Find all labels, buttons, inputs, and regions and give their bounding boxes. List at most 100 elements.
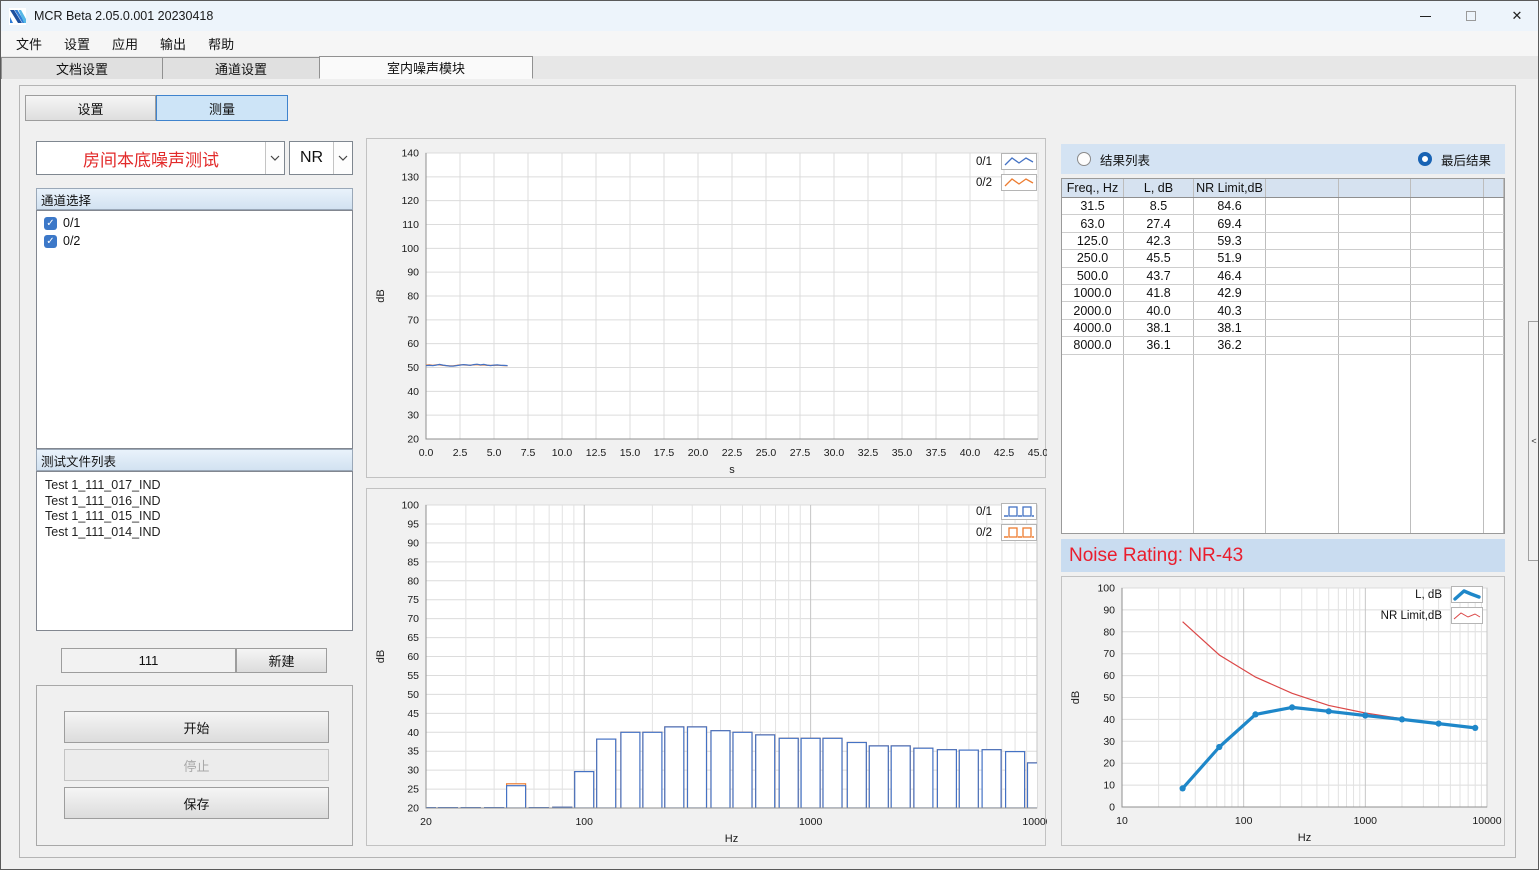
- svg-text:100: 100: [401, 500, 419, 512]
- table-cell: 40.3: [1194, 302, 1266, 318]
- table-cell: 46.4: [1194, 268, 1266, 284]
- title-bar: MCR Beta 2.05.0.001 20230418 ✕: [1, 1, 1539, 31]
- table-cell: 2000.0: [1062, 302, 1124, 318]
- table-cell: [1339, 268, 1411, 284]
- svg-text:80: 80: [407, 575, 419, 587]
- result-table[interactable]: Freq., HzL, dBNR Limit,dB31.58.584.663.0…: [1061, 178, 1505, 534]
- svg-text:40.0: 40.0: [960, 447, 981, 459]
- file-list-item[interactable]: Test 1_111_015_IND: [37, 509, 352, 525]
- new-button[interactable]: 新建: [236, 648, 327, 673]
- svg-text:20: 20: [407, 803, 419, 815]
- table-row[interactable]: 250.045.551.9: [1062, 250, 1504, 267]
- table-cell: [1484, 215, 1504, 231]
- maximize-button[interactable]: [1448, 1, 1494, 31]
- table-row[interactable]: 1000.041.842.9: [1062, 285, 1504, 302]
- test-type-value: 房间本底噪声测试: [83, 146, 219, 171]
- table-row[interactable]: 63.027.469.4: [1062, 215, 1504, 232]
- svg-text:35.0: 35.0: [892, 447, 913, 459]
- nr-standard-select[interactable]: NR: [289, 141, 353, 175]
- table-cell: 69.4: [1194, 215, 1266, 231]
- start-button[interactable]: 开始: [64, 711, 329, 743]
- svg-text:20: 20: [420, 816, 432, 828]
- svg-text:40: 40: [407, 727, 419, 739]
- result-list-radio[interactable]: 结果列表: [1077, 150, 1150, 169]
- subtab-0[interactable]: 设置: [25, 95, 156, 121]
- svg-text:50: 50: [407, 362, 419, 374]
- channel-list[interactable]: ✓0/1✓0/2: [36, 210, 353, 449]
- svg-text:75: 75: [407, 594, 419, 606]
- table-cell: [1484, 320, 1504, 336]
- table-cell: 8.5: [1124, 198, 1194, 214]
- minimize-button[interactable]: [1402, 1, 1448, 31]
- table-cell: [1411, 215, 1484, 231]
- test-type-select[interactable]: 房间本底噪声测试: [36, 141, 285, 175]
- menu-item-3[interactable]: 输出: [149, 32, 197, 55]
- svg-text:45: 45: [407, 708, 419, 720]
- collapse-arrow-icon: <: [1531, 436, 1536, 446]
- legend-row-0: L, dB: [1361, 584, 1483, 605]
- menu-item-2[interactable]: 应用: [101, 32, 149, 55]
- svg-text:25: 25: [407, 784, 419, 796]
- svg-text:15.0: 15.0: [620, 447, 641, 459]
- tab-2[interactable]: 室内噪声模块: [319, 56, 533, 79]
- menu-item-4[interactable]: 帮助: [197, 32, 245, 55]
- table-cell: 41.8: [1124, 285, 1194, 301]
- svg-text:2.5: 2.5: [453, 447, 468, 459]
- table-cell: [1411, 355, 1484, 533]
- stop-button[interactable]: 停止: [64, 749, 329, 781]
- svg-text:10000: 10000: [1472, 815, 1501, 827]
- noise-rating-strip: Noise Rating: NR-43: [1061, 539, 1505, 572]
- spectrum-chart-legend: 0/10/2: [929, 501, 1037, 543]
- table-row[interactable]: 8000.036.136.2: [1062, 337, 1504, 354]
- tab-0[interactable]: 文档设置: [1, 57, 163, 79]
- table-row[interactable]: 125.042.359.3: [1062, 233, 1504, 250]
- menu-item-0[interactable]: 文件: [5, 32, 53, 55]
- table-row[interactable]: 2000.040.040.3: [1062, 302, 1504, 319]
- chevron-down-icon[interactable]: [333, 142, 352, 174]
- table-header-cell: NR Limit,dB: [1194, 179, 1266, 197]
- panel-collapse-button[interactable]: <: [1528, 321, 1539, 561]
- legend-label: 0/1: [976, 506, 992, 518]
- legend-row-1: 0/2: [929, 522, 1037, 543]
- svg-text:s: s: [729, 464, 735, 476]
- channel-row-0[interactable]: ✓0/1: [37, 214, 352, 232]
- file-list-item[interactable]: Test 1_111_014_IND: [37, 525, 352, 541]
- svg-text:25.0: 25.0: [756, 447, 777, 459]
- table-cell: [1266, 320, 1339, 336]
- table-cell: 51.9: [1194, 250, 1266, 266]
- table-cell: 45.5: [1124, 250, 1194, 266]
- file-list-item[interactable]: Test 1_111_016_IND: [37, 494, 352, 510]
- table-row[interactable]: 31.58.584.6: [1062, 198, 1504, 215]
- table-cell: [1484, 302, 1504, 318]
- radio-off-icon: [1077, 152, 1091, 166]
- file-list-item[interactable]: Test 1_111_017_IND: [37, 478, 352, 494]
- checkbox-checked-icon[interactable]: ✓: [44, 235, 57, 248]
- chevron-down-icon[interactable]: [265, 142, 284, 174]
- checkbox-checked-icon[interactable]: ✓: [44, 217, 57, 230]
- table-cell: 42.9: [1194, 285, 1266, 301]
- table-cell: [1266, 355, 1339, 533]
- svg-text:90: 90: [407, 267, 419, 279]
- legend-row-0: 0/1: [929, 151, 1037, 172]
- table-cell: [1411, 250, 1484, 266]
- menu-item-1[interactable]: 设置: [53, 32, 101, 55]
- app-logo-icon: [9, 8, 26, 25]
- channel-row-1[interactable]: ✓0/2: [37, 232, 352, 250]
- table-cell: [1339, 320, 1411, 336]
- table-cell: 4000.0: [1062, 320, 1124, 336]
- subtab-1[interactable]: 测量: [156, 95, 288, 121]
- table-cell: 8000.0: [1062, 337, 1124, 353]
- tab-strip: 文档设置通道设置室内噪声模块: [1, 56, 1539, 79]
- close-button[interactable]: ✕: [1494, 1, 1539, 31]
- save-button[interactable]: 保存: [64, 787, 329, 819]
- file-name-input[interactable]: 111: [61, 648, 236, 673]
- table-row[interactable]: 500.043.746.4: [1062, 268, 1504, 285]
- table-row[interactable]: 4000.038.138.1: [1062, 320, 1504, 337]
- last-result-radio[interactable]: 最后结果: [1418, 150, 1491, 169]
- last-result-radio-label: 最后结果: [1441, 150, 1491, 169]
- tab-1[interactable]: 通道设置: [162, 57, 320, 79]
- test-file-list[interactable]: Test 1_111_017_INDTest 1_111_016_INDTest…: [36, 471, 353, 631]
- table-cell: [1411, 337, 1484, 353]
- table-header-row: Freq., HzL, dBNR Limit,dB: [1062, 179, 1504, 198]
- legend-label: 0/2: [976, 177, 992, 189]
